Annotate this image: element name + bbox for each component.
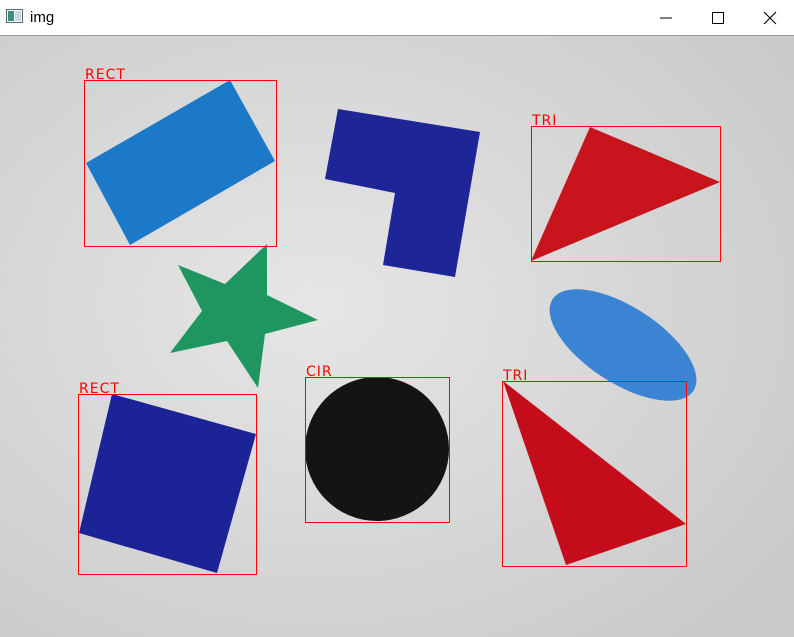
minimize-button[interactable] — [640, 0, 692, 36]
image-canvas: RECT TRI RECT CIR TRI — [0, 36, 794, 637]
window-title: img — [30, 9, 55, 26]
minimize-icon — [660, 17, 672, 19]
title-bar[interactable]: img — [0, 0, 794, 36]
close-button[interactable] — [744, 0, 794, 36]
app-window: img RECT TRI RECT CIR TRI — [0, 0, 794, 637]
image-view: RECT TRI RECT CIR TRI — [0, 36, 794, 637]
image-window-icon — [6, 9, 23, 23]
detection-label-rect-2: RECT — [79, 381, 120, 397]
black-circle-shape — [305, 377, 449, 521]
close-icon — [763, 11, 777, 25]
detection-label-tri-1: TRI — [531, 113, 557, 129]
detection-label-cir: CIR — [306, 364, 333, 380]
detection-label-rect-1: RECT — [85, 67, 126, 83]
maximize-icon — [712, 12, 724, 24]
detection-label-tri-2: TRI — [502, 368, 528, 384]
maximize-button[interactable] — [692, 0, 744, 36]
